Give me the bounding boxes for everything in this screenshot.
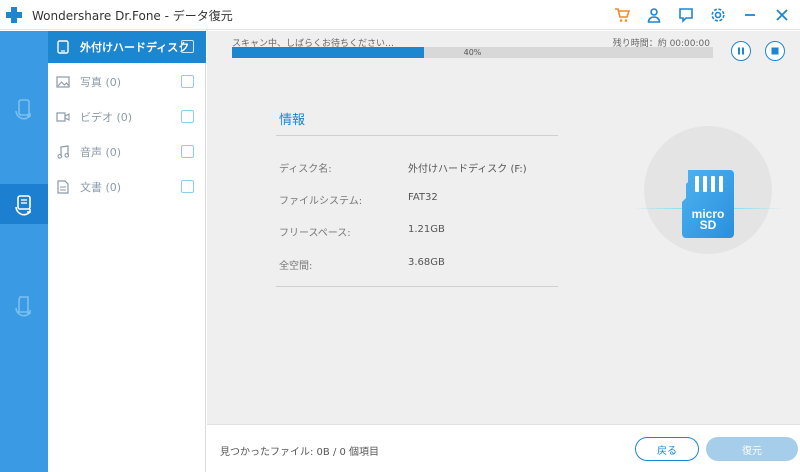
category-label: 音声 (0) — [80, 146, 122, 159]
category-item-audio[interactable]: 音声 (0) — [48, 136, 206, 168]
document-icon — [56, 180, 70, 194]
category-list: 外付けハードディスク … 写真 (0) ビデオ (0) 音声 (0) 文書 (0… — [48, 31, 206, 472]
category-label: 外付けハードディスク … — [80, 41, 194, 54]
info-label: ファイルシステム: — [279, 196, 363, 207]
footer-bar: 見つかったファイル: 0B / 0 個項目 戻る 復元 — [207, 424, 800, 472]
back-button[interactable]: 戻る — [635, 437, 699, 461]
photo-icon — [56, 75, 70, 89]
title-bar: Wondershare Dr.Fone - データ復元 — [0, 0, 800, 30]
settings-icon[interactable] — [708, 5, 728, 25]
stop-button[interactable] — [765, 41, 785, 61]
info-label: 全空間: — [279, 261, 313, 272]
category-item-video[interactable]: ビデオ (0) — [48, 101, 206, 133]
drive-recover-icon — [15, 195, 31, 216]
info-value: FAT32 — [408, 192, 438, 203]
info-divider — [276, 286, 558, 287]
minimize-icon[interactable] — [740, 5, 760, 25]
micro-sd-card-icon: micro SD — [680, 168, 736, 244]
scan-progress-bar: 40% — [232, 47, 713, 58]
close-icon[interactable] — [772, 5, 792, 25]
category-checkbox[interactable] — [181, 40, 194, 53]
window-title: Wondershare Dr.Fone - データ復元 — [32, 9, 233, 23]
category-item-drive[interactable]: 外付けハードディスク … — [48, 31, 206, 63]
info-value: 外付けハードディスク (F:) — [408, 164, 527, 175]
category-item-documents[interactable]: 文書 (0) — [48, 171, 206, 203]
category-item-photos[interactable]: 写真 (0) — [48, 66, 206, 98]
app-logo-icon — [6, 7, 22, 23]
feedback-icon[interactable] — [676, 5, 696, 25]
scan-progress-label: 40% — [463, 48, 482, 57]
category-checkbox[interactable] — [181, 110, 194, 123]
category-checkbox[interactable] — [181, 180, 194, 193]
mode-rail — [0, 31, 48, 472]
category-label: ビデオ (0) — [80, 111, 133, 124]
category-label: 写真 (0) — [80, 76, 122, 89]
info-value: 3.68GB — [408, 257, 445, 268]
rail-item-drive-recover[interactable] — [0, 184, 48, 224]
drive-icon — [56, 40, 70, 54]
user-icon[interactable] — [644, 5, 664, 25]
info-value: 1.21GB — [408, 224, 445, 235]
pause-icon — [738, 47, 744, 55]
rail-item-phone-recover[interactable] — [0, 89, 48, 129]
category-checkbox[interactable] — [181, 145, 194, 158]
main-panel: スキャン中、しばらくお待ちください… 残り時間：約 00:00:00 40% 情… — [207, 31, 800, 424]
video-icon — [56, 110, 70, 124]
title-bar-actions — [612, 5, 792, 25]
category-checkbox[interactable] — [181, 75, 194, 88]
stop-icon — [771, 47, 779, 55]
info-title: 情報 — [279, 113, 306, 128]
info-divider — [276, 135, 558, 136]
found-files-status: 見つかったファイル: 0B / 0 個項目 — [220, 447, 380, 458]
sd-recover-icon — [15, 296, 31, 317]
phone-recover-icon — [15, 99, 31, 120]
pause-button[interactable] — [731, 41, 751, 61]
info-label: フリースペース: — [279, 228, 351, 239]
info-label: ディスク名: — [279, 164, 332, 175]
category-label: 文書 (0) — [80, 181, 122, 194]
recover-button[interactable]: 復元 — [706, 437, 798, 461]
cart-icon[interactable] — [612, 5, 632, 25]
rail-item-sd-recover[interactable] — [0, 286, 48, 326]
music-icon — [56, 145, 70, 159]
